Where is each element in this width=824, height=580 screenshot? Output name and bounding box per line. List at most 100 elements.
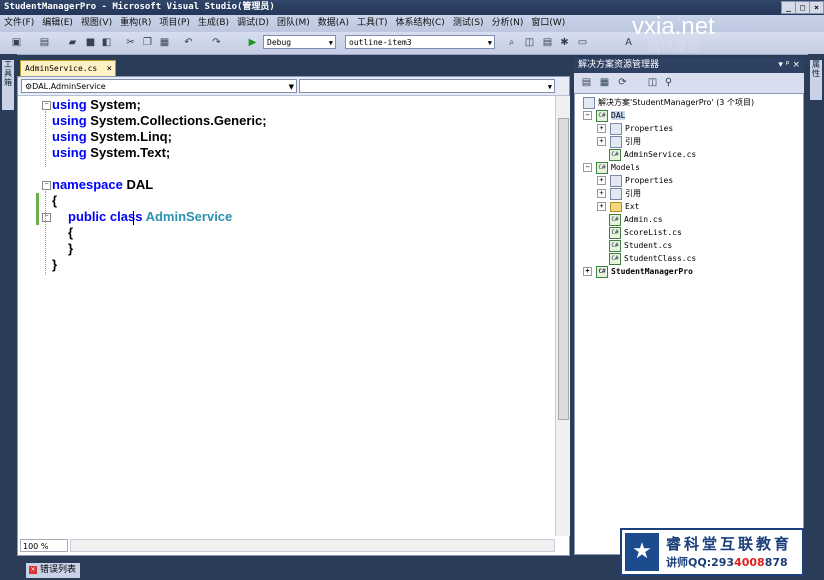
csharp-file-icon: C# xyxy=(609,239,621,252)
tree-models-file[interactable]: C# ScoreList.cs xyxy=(609,226,682,239)
horizontal-scrollbar[interactable] xyxy=(70,539,555,552)
undo-icon[interactable]: ↶ xyxy=(182,36,195,49)
save-all-icon[interactable]: ◧ xyxy=(100,36,113,49)
cut-icon[interactable]: ✂ xyxy=(124,36,137,49)
code-editor[interactable]: ⚙DAL.AdminService ▼ ▼ − using System; usi… xyxy=(17,76,570,556)
change-indicator xyxy=(36,193,39,225)
new-project-icon[interactable]: ▣ xyxy=(10,36,23,49)
menu-test[interactable]: 测试(S) xyxy=(449,15,488,32)
expand-icon[interactable]: + xyxy=(597,189,606,198)
add-item-icon[interactable]: ▤ xyxy=(38,36,51,49)
zoom-select[interactable]: 100 % xyxy=(20,539,68,552)
error-list-tab[interactable]: × 错误列表 xyxy=(26,563,80,578)
tree-project-pro[interactable]: + C# StudentManagerPro xyxy=(583,265,693,278)
tree-models-file[interactable]: C# Student.cs xyxy=(609,239,672,252)
find-combo[interactable]: outline-item3 ▼ xyxy=(345,35,495,49)
menu-project[interactable]: 项目(P) xyxy=(155,15,193,32)
close-tab-icon[interactable]: × xyxy=(107,61,112,77)
tree-models-file[interactable]: C# Admin.cs xyxy=(609,213,663,226)
tree-models-file[interactable]: C# StudentClass.cs xyxy=(609,252,696,265)
tree-label: 解决方案'StudentManagerPro' (3 个项目) xyxy=(598,98,755,107)
type-dropdown[interactable]: ⚙DAL.AdminService ▼ xyxy=(21,79,297,93)
show-all-files-icon[interactable]: ▦ xyxy=(598,76,611,89)
vertical-scrollbar[interactable] xyxy=(555,96,570,536)
keyword: namespace xyxy=(52,177,123,192)
copy-icon[interactable]: ❐ xyxy=(141,36,154,49)
collapse-using-icon[interactable]: − xyxy=(42,101,51,110)
maximize-button[interactable]: □ xyxy=(795,1,810,14)
code-line-class-close: } xyxy=(68,241,73,257)
member-dropdown[interactable]: ▼ xyxy=(299,79,555,93)
refresh-icon[interactable]: ⟳ xyxy=(616,76,629,89)
navigation-bar: ⚙DAL.AdminService ▼ ▼ xyxy=(18,77,569,96)
solution-explorer-icon[interactable]: ◫ xyxy=(523,36,536,49)
solution-explorer-tree[interactable]: 解决方案'StudentManagerPro' (3 个项目) − C# DAL +… xyxy=(574,93,804,555)
expand-icon[interactable]: + xyxy=(583,267,592,276)
find-in-files-icon[interactable]: ⌕ xyxy=(505,36,518,49)
menu-file[interactable]: 文件(F) xyxy=(0,15,38,32)
expand-icon[interactable]: + xyxy=(597,176,606,185)
editor-tab-adminservice[interactable]: AdminService.cs × xyxy=(20,60,116,76)
code-line-close-brace: } xyxy=(52,257,57,273)
tree-project-models[interactable]: − C# Models xyxy=(583,161,640,174)
menu-window[interactable]: 窗口(W) xyxy=(527,15,569,32)
scrollbar-thumb[interactable] xyxy=(558,118,569,420)
collapse-icon[interactable]: − xyxy=(583,163,592,172)
menu-analyze[interactable]: 分析(N) xyxy=(488,15,528,32)
type-name: AdminService xyxy=(145,209,233,224)
expand-icon[interactable]: + xyxy=(597,202,606,211)
chevron-down-icon: ▼ xyxy=(547,83,552,91)
collapse-icon[interactable]: − xyxy=(583,111,592,120)
class-diagram-icon[interactable]: ⚲ xyxy=(662,76,675,89)
menu-data[interactable]: 数据(A) xyxy=(314,15,353,32)
references-icon xyxy=(610,187,622,200)
open-file-icon[interactable]: ▰ xyxy=(66,36,79,49)
solution-explorer-toolbar: ▤ ▦ ⟳ ◫ ⚲ xyxy=(574,73,804,94)
menu-view[interactable]: 视图(V) xyxy=(77,15,116,32)
tree-label: StudentClass.cs xyxy=(624,254,697,263)
properties-icon[interactable]: ▤ xyxy=(580,76,593,89)
tree-project-dal[interactable]: − C# DAL xyxy=(583,109,626,122)
chevron-down-icon: ▼ xyxy=(288,83,294,91)
watermark-sub: 腾讯课堂 xyxy=(648,40,701,55)
start-debug-icon[interactable]: ▶ xyxy=(246,36,259,49)
menu-edit[interactable]: 编辑(E) xyxy=(38,15,77,32)
tree-models-ext[interactable]: + Ext xyxy=(597,200,639,213)
menu-debug[interactable]: 调试(D) xyxy=(233,15,273,32)
collapse-namespace-icon[interactable]: − xyxy=(42,181,51,190)
tree-dal-file[interactable]: C# AdminService.cs xyxy=(609,148,696,161)
toolbox-tab[interactable]: 工具箱 xyxy=(2,60,14,110)
save-icon[interactable]: ■ xyxy=(84,36,97,49)
menu-tools[interactable]: 工具(T) xyxy=(353,15,392,32)
tree-solution-root[interactable]: 解决方案'StudentManagerPro' (3 个项目) xyxy=(583,96,754,109)
fold-guide xyxy=(45,111,47,167)
tree-dal-references[interactable]: + 引用 xyxy=(597,135,641,148)
csharp-file-icon: C# xyxy=(609,213,621,226)
expand-icon[interactable]: + xyxy=(597,137,606,146)
solution-config-select[interactable]: Debug ▼ xyxy=(263,35,336,49)
view-code-icon[interactable]: ◫ xyxy=(646,76,659,89)
expand-icon[interactable]: + xyxy=(597,124,606,133)
properties-tab[interactable]: 属性 xyxy=(810,60,822,100)
toolbox-icon[interactable]: ✱ xyxy=(558,36,571,49)
panel-controls[interactable]: ▾ ᵖ × xyxy=(778,58,800,73)
menu-refactor[interactable]: 重构(R) xyxy=(116,15,155,32)
code-text: System.Linq; xyxy=(86,129,172,144)
output-icon[interactable]: ▭ xyxy=(576,36,589,49)
tree-models-references[interactable]: + 引用 xyxy=(597,187,641,200)
menu-team[interactable]: 团队(M) xyxy=(273,15,314,32)
close-button[interactable]: × xyxy=(809,1,824,14)
menu-build[interactable]: 生成(B) xyxy=(194,15,233,32)
keyword: using xyxy=(52,129,87,144)
keyword: class xyxy=(106,209,146,224)
properties-icon[interactable]: ▤ xyxy=(541,36,554,49)
redo-icon[interactable]: ↷ xyxy=(210,36,223,49)
tree-dal-properties[interactable]: + Properties xyxy=(597,122,673,135)
tree-models-properties[interactable]: + Properties xyxy=(597,174,673,187)
keyword: using xyxy=(52,97,87,112)
minimize-button[interactable]: _ xyxy=(781,1,796,14)
paste-icon[interactable]: ▦ xyxy=(158,36,171,49)
menu-architecture[interactable]: 体系结构(C) xyxy=(392,15,449,32)
tree-label: Admin.cs xyxy=(624,215,663,224)
tree-label: Student.cs xyxy=(624,241,673,250)
